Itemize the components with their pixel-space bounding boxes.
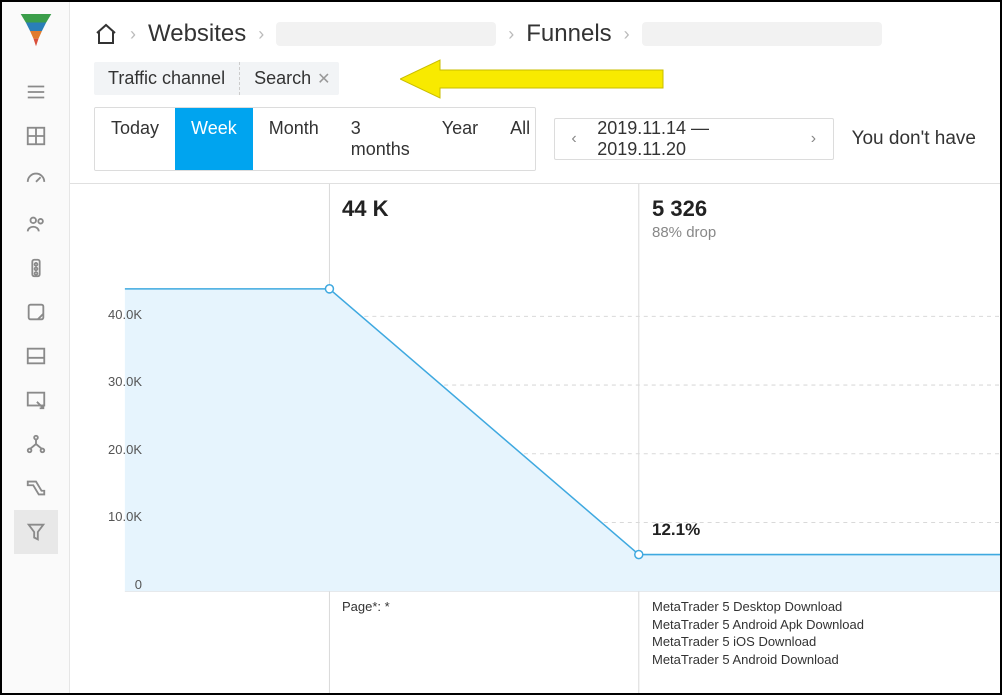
filter-chip[interactable]: Traffic channel Search ✕ — [94, 62, 339, 95]
chevron-right-icon: › — [258, 24, 264, 45]
y-tick: 0 — [92, 577, 142, 592]
close-icon[interactable]: ✕ — [317, 69, 330, 89]
app-logo-icon — [19, 12, 53, 50]
chevron-left-icon[interactable]: ‹ — [561, 130, 587, 148]
stage-2-page-1: MetaTrader 5 Android Apk Download — [652, 616, 864, 634]
stage-2-header: 5 326 88% drop — [652, 196, 716, 241]
breadcrumb-funnels[interactable]: Funnels — [526, 20, 611, 48]
filter-icon[interactable] — [14, 510, 58, 554]
breadcrumb-funnel-redacted — [642, 22, 882, 46]
stage-1-page: Page*: * — [342, 598, 390, 616]
breadcrumb-websites[interactable]: Websites — [148, 20, 246, 48]
gauge-icon[interactable] — [14, 158, 58, 202]
stage-2-drop: 88% drop — [652, 224, 716, 241]
note-icon[interactable] — [14, 290, 58, 334]
stage-2-page-3: MetaTrader 5 Android Download — [652, 651, 864, 669]
date-range-text: 2019.11.14 — 2019.11.20 — [587, 118, 800, 160]
branch-icon[interactable] — [14, 422, 58, 466]
filter-chip-text: Search — [254, 68, 311, 89]
stage-1-header: 44 K — [342, 196, 388, 222]
breadcrumb: › Websites › › Funnels › — [70, 2, 1000, 58]
traffic-icon[interactable] — [14, 246, 58, 290]
tab-year[interactable]: Year — [426, 108, 494, 170]
tab-all[interactable]: All — [494, 108, 536, 170]
funnel-chart: 40.0K 30.0K 20.0K 10.0K 0 44 K 5 326 88%… — [70, 183, 1000, 693]
stage-2-page-0: MetaTrader 5 Desktop Download — [652, 598, 864, 616]
date-range-picker[interactable]: ‹ 2019.11.14 — 2019.11.20 › — [554, 118, 834, 160]
stage-2-page-2: MetaTrader 5 iOS Download — [652, 633, 864, 651]
tab-today[interactable]: Today — [95, 108, 175, 170]
breadcrumb-site-redacted — [276, 22, 496, 46]
stage-2-pages: MetaTrader 5 Desktop Download MetaTrader… — [652, 598, 864, 668]
period-tabs: Today Week Month 3 months Year All — [94, 107, 536, 171]
arrow-callout-icon — [400, 58, 665, 100]
stage-2-value: 5 326 — [652, 196, 716, 222]
tab-week[interactable]: Week — [175, 108, 253, 170]
y-tick: 10.0K — [92, 509, 142, 524]
users-icon[interactable] — [14, 202, 58, 246]
y-tick: 30.0K — [92, 374, 142, 389]
home-icon[interactable] — [94, 22, 118, 46]
filter-row: Traffic channel Search ✕ — [70, 58, 1000, 107]
stage-2-pct: 12.1% — [652, 520, 700, 540]
funnel-nav-icon[interactable] — [14, 466, 58, 510]
filter-chip-value: Search ✕ — [240, 62, 338, 95]
main-content: › Websites › › Funnels › Traffic channel… — [70, 2, 1000, 693]
right-message: You don't have — [852, 128, 976, 150]
y-tick: 40.0K — [92, 307, 142, 322]
menu-icon[interactable] — [14, 70, 58, 114]
sidebar — [2, 2, 70, 693]
layout-icon[interactable] — [14, 334, 58, 378]
chevron-right-icon: › — [624, 24, 630, 45]
y-tick: 20.0K — [92, 442, 142, 457]
filter-chip-label: Traffic channel — [94, 62, 240, 95]
tab-month[interactable]: Month — [253, 108, 335, 170]
dashboard-icon[interactable] — [14, 114, 58, 158]
period-row: Today Week Month 3 months Year All ‹ 201… — [70, 107, 1000, 179]
chevron-right-icon: › — [130, 24, 136, 45]
click-icon[interactable] — [14, 378, 58, 422]
tab-3months[interactable]: 3 months — [335, 108, 426, 170]
chevron-right-icon[interactable]: › — [800, 130, 826, 148]
chevron-right-icon: › — [508, 24, 514, 45]
stage-1-value: 44 K — [342, 196, 388, 222]
